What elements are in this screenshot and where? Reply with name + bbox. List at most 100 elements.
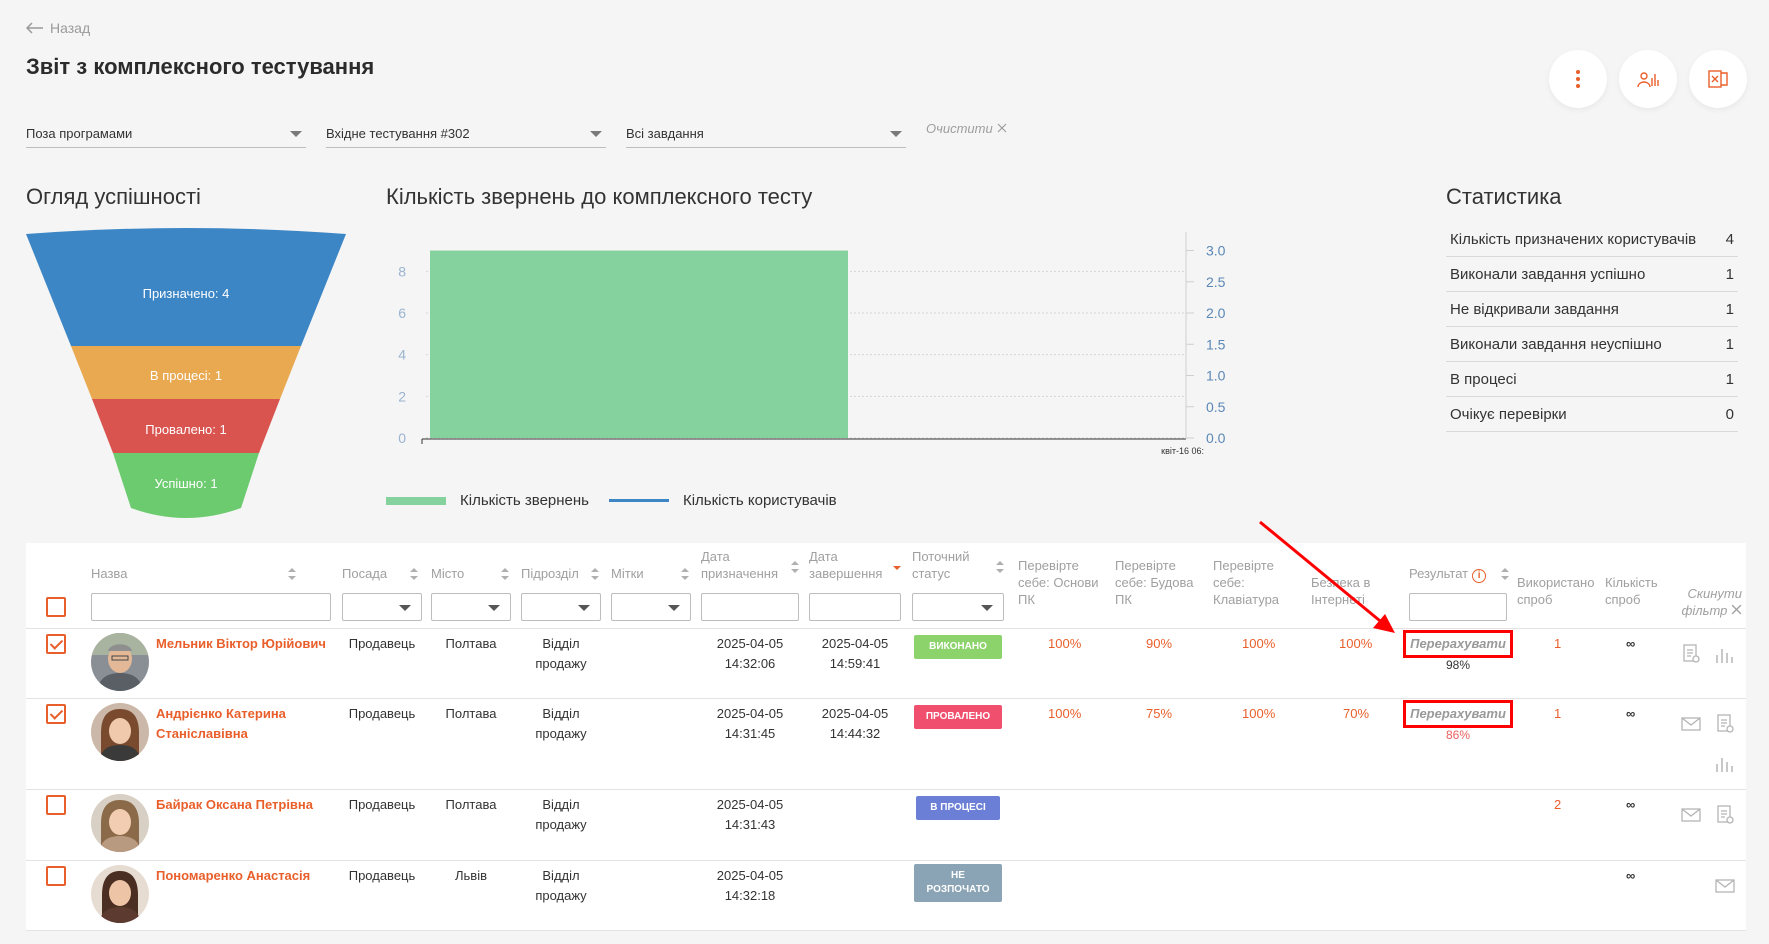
city-cell: Полтава: [445, 706, 497, 721]
mail-icon[interactable]: [1714, 875, 1736, 897]
select-all-checkbox[interactable]: [46, 597, 66, 617]
sort-icon: [410, 568, 418, 580]
report-icon[interactable]: [1680, 643, 1702, 665]
used-attempts: 1: [1554, 706, 1562, 721]
department-filter-select[interactable]: [521, 593, 601, 621]
col-header-name-label: Назва: [91, 566, 128, 581]
col-header-result[interactable]: Результат i: [1409, 565, 1509, 583]
recalculate-button[interactable]: Перерахувати: [1403, 630, 1513, 658]
finished-date-cell: 2025-04-05 14:59:41: [809, 634, 901, 674]
position-cell: Продавець: [348, 706, 416, 721]
finished-date-cell: 2025-04-05 14:44:32: [809, 704, 901, 744]
clear-filters-button[interactable]: Очистити: [926, 114, 1007, 142]
position-cell: Продавець: [348, 636, 416, 651]
report-icon[interactable]: [1714, 804, 1736, 826]
col-header-tags[interactable]: Мітки: [611, 565, 689, 582]
status-line1: НЕ: [951, 870, 965, 881]
y-left-tick-label: 0: [398, 430, 406, 446]
stat-value: 1: [1725, 300, 1734, 318]
col-header-status[interactable]: Поточний статус: [912, 548, 1004, 582]
filters-bar: Поза програмами Вхідне тестування #302 В…: [26, 120, 1007, 148]
col-header-finished-line2: завершення: [809, 566, 883, 581]
col-header-city[interactable]: Місто: [431, 565, 509, 582]
stat-value: 1: [1725, 370, 1734, 388]
chevron-down-icon: [290, 130, 302, 137]
name-filter-input[interactable]: [91, 593, 331, 621]
col-header-assigned-line1: Дата: [701, 549, 730, 564]
assigned-date: 2025-04-05: [716, 797, 784, 812]
assigned-date-filter-input[interactable]: [701, 593, 799, 621]
tasks-select[interactable]: Всі завдання: [626, 120, 906, 148]
report-icon[interactable]: [1714, 713, 1736, 735]
assigned-date-cell: 2025-04-05 14:32:18: [701, 866, 799, 906]
stats-icon[interactable]: [1714, 643, 1736, 665]
annotation-arrow-icon: [1259, 520, 1395, 633]
col-header-position[interactable]: Посада: [342, 565, 418, 582]
sort-icon: [681, 568, 689, 580]
col-header-name[interactable]: Назва: [91, 565, 296, 582]
analytics-button[interactable]: [1619, 50, 1677, 108]
recalculate-button[interactable]: Перерахувати: [1403, 700, 1513, 728]
y-left-tick-label: 2: [398, 388, 406, 404]
result-filter-input[interactable]: [1409, 593, 1507, 621]
col-header-finished[interactable]: Дата завершення: [809, 548, 901, 582]
row-checkbox[interactable]: [46, 634, 66, 654]
col-header-count-line1: Кількість: [1605, 575, 1658, 590]
back-label: Назад: [50, 20, 91, 36]
city-filter-select[interactable]: [431, 593, 511, 621]
row-checkbox[interactable]: [46, 704, 66, 724]
attempt-count: ∞: [1626, 797, 1636, 812]
assigned-time: 14:31:43: [724, 817, 776, 832]
more-vertical-icon: [1576, 70, 1580, 88]
col-header-test-2-line2: себе: Будова: [1115, 575, 1194, 590]
col-header-assigned[interactable]: Дата призначення: [701, 548, 799, 582]
program-select[interactable]: Поза програмами: [26, 120, 306, 148]
col-header-test-2-line1: Перевірте: [1115, 558, 1176, 573]
reset-filter-line1: Скинути: [1687, 586, 1742, 601]
col-header-used-attempts: Використано спроб: [1517, 574, 1599, 608]
user-name-link[interactable]: Андрієнко Катерина Станіславівна: [156, 704, 331, 744]
finished-time: 14:44:32: [829, 726, 881, 741]
stats-icon[interactable]: [1714, 752, 1736, 774]
tags-filter-select[interactable]: [611, 593, 691, 621]
legend-swatch-requests: [386, 496, 446, 505]
reset-filter-button[interactable]: Скинути фільтр: [1672, 585, 1742, 619]
assigned-date: 2025-04-05: [716, 636, 784, 651]
more-button[interactable]: [1549, 50, 1607, 108]
mail-icon[interactable]: [1680, 804, 1702, 826]
col-header-count-line2: спроб: [1605, 592, 1641, 607]
sort-icon: [791, 561, 799, 573]
department-cell: Відділ продажу: [521, 866, 601, 906]
stat-label: Виконали завдання успішно: [1450, 265, 1646, 283]
col-header-test-1: Перевірте себе: Основи ПК: [1018, 557, 1104, 608]
chart-legend: Кількість звернень Кількість користувачі…: [386, 492, 837, 509]
department-line1: Відділ: [542, 797, 580, 812]
info-icon[interactable]: i: [1472, 569, 1487, 583]
col-header-assigned-line2: призначення: [701, 566, 779, 581]
y-right-tick-label: 0.5: [1206, 399, 1226, 415]
y-right-tick-label: 3.0: [1206, 243, 1226, 259]
status-line1: ПРОВАЛЕНО: [925, 711, 991, 722]
used-attempts: 1: [1554, 636, 1562, 651]
status-filter-select[interactable]: [912, 593, 1004, 621]
user-name-link[interactable]: Байрак Оксана Петрівна: [156, 795, 331, 815]
finished-time: 14:59:41: [829, 656, 881, 671]
test-select[interactable]: Вхідне тестування #302: [326, 120, 606, 148]
finished-date-filter-input[interactable]: [809, 593, 901, 621]
row-checkbox[interactable]: [46, 866, 66, 886]
stat-label: В процесі: [1450, 370, 1517, 388]
y-right-tick-label: 2.0: [1206, 305, 1226, 321]
tasks-select-value: Всі завдання: [626, 126, 704, 141]
result-value: 98%: [1445, 658, 1471, 672]
user-name-link[interactable]: Пономаренко Анастасія: [156, 866, 331, 886]
test-1-score: 100%: [1048, 706, 1082, 721]
row-checkbox[interactable]: [46, 795, 66, 815]
assigned-date-cell: 2025-04-05 14:31:43: [701, 795, 799, 835]
stat-row: Виконали завдання успішно 1: [1446, 257, 1738, 292]
col-header-department[interactable]: Підрозділ: [521, 565, 599, 582]
user-name-link[interactable]: Мельник Віктор Юрійович: [156, 634, 326, 654]
mail-icon[interactable]: [1680, 713, 1702, 735]
export-excel-button[interactable]: [1689, 50, 1747, 108]
position-filter-select[interactable]: [342, 593, 422, 621]
back-link[interactable]: Назад: [26, 20, 90, 36]
